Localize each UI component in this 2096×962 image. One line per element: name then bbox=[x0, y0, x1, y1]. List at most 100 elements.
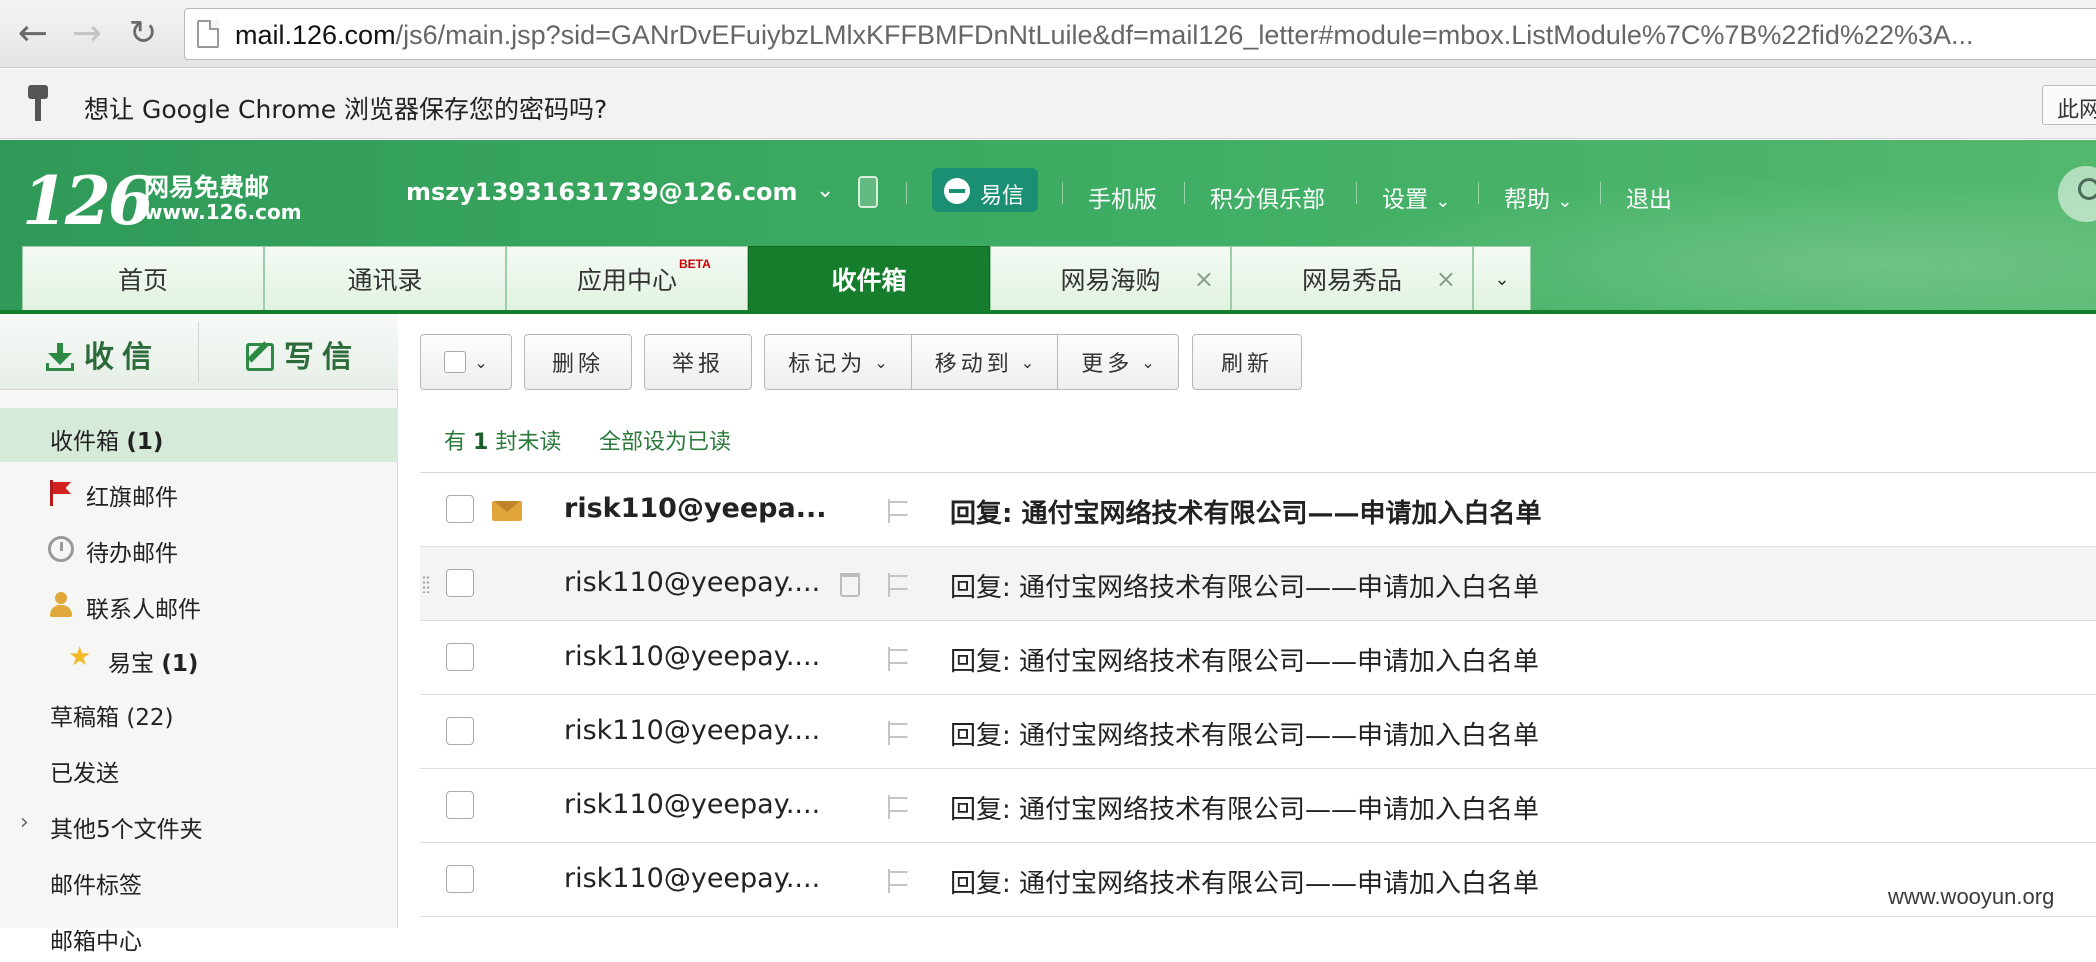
flag-outline-icon[interactable] bbox=[886, 573, 910, 597]
tab-label: 网易海购 bbox=[1060, 266, 1161, 295]
sidebar-item-mail-tags[interactable]: 邮件标签 bbox=[0, 852, 398, 906]
reload-icon[interactable]: ↻ bbox=[120, 10, 166, 56]
delete-button[interactable]: 删除 bbox=[524, 334, 632, 390]
yixin-logo-icon bbox=[944, 178, 970, 204]
flag-outline-icon[interactable] bbox=[886, 499, 910, 523]
tab-inbox[interactable]: 收件箱 bbox=[748, 246, 990, 311]
tab-home[interactable]: 首页 bbox=[22, 246, 264, 311]
back-arrow-icon[interactable]: ← bbox=[10, 10, 56, 56]
sidebar-item-mailbox-center[interactable]: 邮箱中心 bbox=[0, 908, 398, 962]
tab-contacts[interactable]: 通讯录 bbox=[264, 246, 506, 311]
mark-as-dropdown[interactable]: 标记为 ⌄ bbox=[764, 334, 912, 390]
sidebar-item-sent[interactable]: 已发送 bbox=[0, 740, 398, 794]
star-icon: ★ bbox=[68, 642, 92, 672]
more-dropdown[interactable]: 更多 ⌄ bbox=[1057, 334, 1179, 390]
chevron-down-icon: ⌄ bbox=[1557, 191, 1573, 212]
separator bbox=[1478, 182, 1479, 204]
tab-netease-xiupin[interactable]: 网易秀品 × bbox=[1231, 246, 1473, 311]
forward-arrow-icon[interactable]: → bbox=[64, 10, 110, 56]
envelope-unread-icon bbox=[492, 501, 522, 521]
more-tabs-button[interactable]: ⌄ bbox=[1473, 246, 1531, 311]
folder-label: 待办邮件 bbox=[86, 541, 178, 567]
mail-subject: 回复: 通付宝网络技术有限公司——申请加入白名单 bbox=[950, 721, 1540, 751]
mail-checkbox[interactable] bbox=[446, 791, 474, 819]
trash-icon[interactable] bbox=[840, 573, 860, 597]
tab-netease-haigou[interactable]: 网易海购 × bbox=[990, 246, 1231, 311]
mail-row[interactable]: risk110@yeepay.... 回复: 通付宝网络技术有限公司——申请加入白… bbox=[420, 547, 2096, 621]
mail-sender: risk110@yeepa... bbox=[564, 493, 827, 524]
help-link[interactable]: 帮助 ⌄ bbox=[1504, 180, 1572, 214]
address-bar[interactable]: mail.126.com/js6/main.jsp?sid=GANrDvEFui… bbox=[184, 8, 2096, 60]
folder-label: 联系人邮件 bbox=[86, 597, 201, 623]
sidebar-item-other-folders[interactable]: › 其他5个文件夹 bbox=[0, 796, 398, 850]
mobile-version-link[interactable]: 手机版 bbox=[1088, 180, 1157, 214]
chevron-right-icon[interactable]: › bbox=[20, 810, 29, 835]
points-club-link[interactable]: 积分俱乐部 bbox=[1210, 180, 1325, 214]
logo-number[interactable]: 126 bbox=[22, 162, 154, 240]
sidebar-item-todo[interactable]: 待办邮件 bbox=[0, 520, 398, 574]
divider bbox=[198, 322, 199, 382]
flag-outline-icon[interactable] bbox=[886, 795, 910, 819]
settings-link[interactable]: 设置 ⌄ bbox=[1382, 180, 1450, 214]
mail-subject: 回复: 通付宝网络技术有限公司——申请加入白名单 bbox=[950, 647, 1540, 677]
mail-row[interactable]: risk110@yeepay.... 回复: 通付宝网络技术有限公司——申请加入白… bbox=[420, 695, 2096, 769]
mail-checkbox[interactable] bbox=[446, 865, 474, 893]
key-icon bbox=[26, 85, 50, 123]
clock-icon bbox=[48, 536, 74, 562]
compose-button[interactable]: 写信 bbox=[246, 332, 360, 376]
chevron-down-icon[interactable]: ⌄ bbox=[816, 178, 834, 203]
watermark: www.wooyun.org bbox=[1888, 884, 2055, 909]
select-all-dropdown[interactable]: ⌄ bbox=[420, 334, 512, 390]
sidebar-item-inbox[interactable]: 收件箱 (1) bbox=[0, 408, 398, 462]
mail-checkbox[interactable] bbox=[446, 643, 474, 671]
receive-button[interactable]: 收信 bbox=[46, 332, 160, 376]
tab-app-center[interactable]: 应用中心 BETA bbox=[506, 246, 748, 311]
mail-checkbox[interactable] bbox=[446, 717, 474, 745]
logout-link[interactable]: 退出 bbox=[1626, 180, 1672, 214]
refresh-button[interactable]: 刷新 bbox=[1192, 334, 1302, 390]
sidebar-item-yeepay[interactable]: ★ 易宝 (1) bbox=[0, 630, 398, 684]
sidebar-item-flagged[interactable]: 红旗邮件 bbox=[0, 464, 398, 518]
mail-sender: risk110@yeepay.... bbox=[564, 715, 821, 746]
flag-outline-icon[interactable] bbox=[886, 647, 910, 671]
flag-outline-icon[interactable] bbox=[886, 721, 910, 745]
tab-label: 通讯录 bbox=[347, 266, 423, 295]
mail-subject: 回复: 通付宝网络技术有限公司——申请加入白名单 bbox=[950, 499, 1542, 529]
mail-sender: risk110@yeepay.... bbox=[564, 641, 821, 672]
red-flag-icon bbox=[48, 480, 74, 506]
mark-all-read-link[interactable]: 全部设为已读 bbox=[599, 424, 731, 456]
yixin-button[interactable]: 易信 bbox=[932, 168, 1038, 212]
move-to-dropdown[interactable]: 移动到 ⌄ bbox=[911, 334, 1058, 390]
draft-count: (22) bbox=[126, 705, 174, 731]
mail-sender: risk110@yeepay.... bbox=[564, 863, 821, 894]
mail-row[interactable]: risk110@yeepa... 回复: 通付宝网络技术有限公司——申请加入白名单 bbox=[420, 473, 2096, 547]
page-icon bbox=[197, 20, 219, 48]
chevron-down-icon: ⌄ bbox=[1020, 352, 1035, 372]
chevron-down-icon: ⌄ bbox=[874, 352, 888, 372]
account-email[interactable]: mszy13931631739@126.com bbox=[406, 178, 798, 206]
unread-number: 1 bbox=[473, 430, 489, 455]
flag-outline-icon[interactable] bbox=[886, 869, 910, 893]
tab-label: 首页 bbox=[117, 266, 168, 295]
separator bbox=[1184, 182, 1185, 204]
separator bbox=[1062, 182, 1063, 204]
compose-label: 写信 bbox=[284, 340, 360, 375]
drag-handle-icon[interactable] bbox=[422, 575, 430, 593]
separator bbox=[1600, 182, 1601, 204]
sidebar-item-drafts[interactable]: 草稿箱 (22) bbox=[0, 684, 398, 738]
folder-label: 邮箱中心 bbox=[50, 929, 142, 955]
browser-toolbar: ← → ↻ mail.126.com/js6/main.jsp?sid=GANr… bbox=[0, 0, 2096, 68]
report-button[interactable]: 举报 bbox=[644, 334, 752, 390]
mobile-phone-icon[interactable] bbox=[858, 176, 878, 208]
mail-checkbox[interactable] bbox=[446, 569, 474, 597]
mail-checkbox[interactable] bbox=[446, 495, 474, 523]
never-save-button[interactable]: 此网 bbox=[2042, 85, 2096, 125]
close-icon[interactable]: × bbox=[1194, 265, 1214, 293]
select-all-checkbox[interactable] bbox=[444, 351, 467, 373]
mail-row[interactable]: risk110@yeepay.... 回复: 通付宝网络技术有限公司——申请加入白… bbox=[420, 621, 2096, 695]
mail-row[interactable]: risk110@yeepay.... 回复: 通付宝网络技术有限公司——申请加入白… bbox=[420, 843, 2096, 917]
close-icon[interactable]: × bbox=[1436, 265, 1456, 293]
unread-count: (1) bbox=[126, 429, 164, 455]
mail-row[interactable]: risk110@yeepay.... 回复: 通付宝网络技术有限公司——申请加入白… bbox=[420, 769, 2096, 843]
sidebar-item-contact-mail[interactable]: 联系人邮件 bbox=[0, 576, 398, 630]
